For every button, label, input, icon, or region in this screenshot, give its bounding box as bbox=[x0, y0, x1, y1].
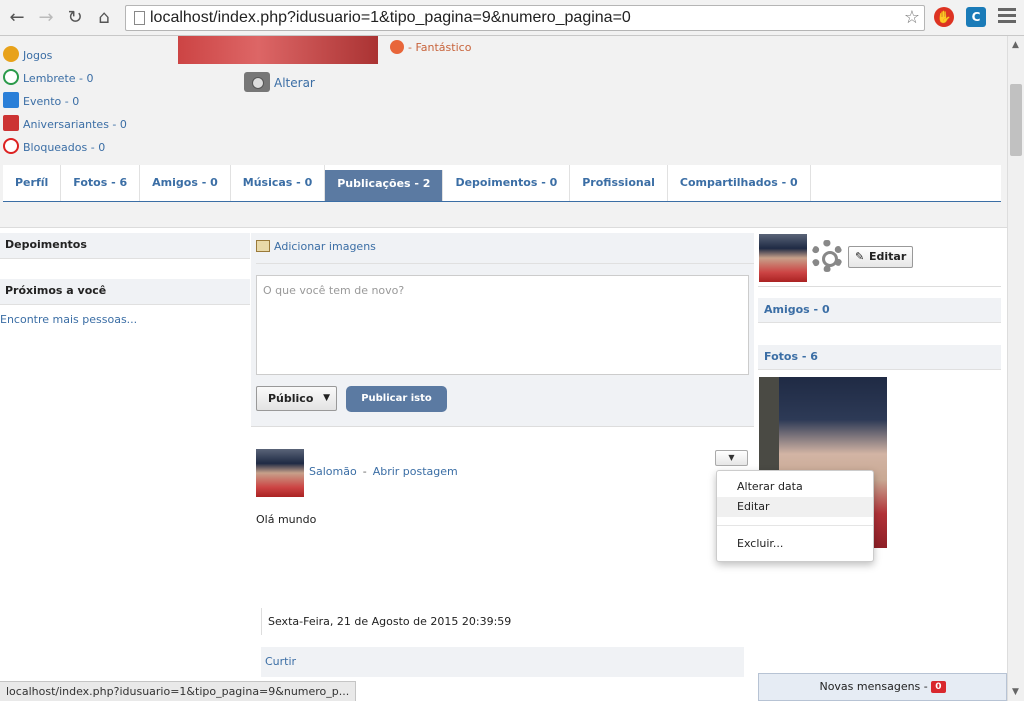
tab-shared[interactable]: Compartilhados - 0 bbox=[668, 165, 811, 201]
privacy-select[interactable]: Público ▼ bbox=[256, 386, 337, 411]
pencil-icon: ✎ bbox=[855, 250, 865, 263]
menu-item-label[interactable]: Lembrete - 0 bbox=[23, 72, 94, 85]
gift-icon bbox=[3, 115, 19, 131]
profile-tabs: Perfíl Fotos - 6 Amigos - 0 Músicas - 0 … bbox=[3, 165, 1001, 202]
post-options-menu: Alterar data Editar Excluir... bbox=[716, 470, 874, 562]
profile-header: - Fantástico Alterar Jogos Lembrete - 0 … bbox=[0, 36, 1007, 228]
scroll-up-icon[interactable]: ▲ bbox=[1012, 40, 1019, 50]
edit-label: Editar bbox=[869, 250, 907, 263]
profile-photo bbox=[178, 36, 378, 64]
open-post-link[interactable]: Abrir postagem bbox=[373, 465, 458, 478]
post-text: Olá mundo bbox=[256, 513, 317, 526]
avatar[interactable] bbox=[256, 449, 304, 497]
add-images-link[interactable]: Adicionar imagens bbox=[274, 240, 376, 253]
photos-heading[interactable]: Fotos - 6 bbox=[758, 345, 1001, 370]
tab-testimonials[interactable]: Depoimentos - 0 bbox=[443, 165, 571, 201]
menu-item-label[interactable]: Aniversariantes - 0 bbox=[23, 118, 127, 131]
post-actions: Curtir bbox=[261, 647, 744, 677]
like-link[interactable]: Curtir bbox=[265, 655, 296, 668]
find-more-people-link[interactable]: Encontre mais pessoas... bbox=[0, 313, 250, 326]
menu-item-label[interactable]: Jogos bbox=[23, 49, 52, 62]
avatar[interactable] bbox=[759, 234, 807, 282]
bookmark-star-icon[interactable]: ☆ bbox=[904, 7, 920, 28]
adblock-extension-icon[interactable]: ✋ bbox=[934, 7, 954, 27]
back-icon[interactable]: ← bbox=[5, 6, 29, 30]
left-column: Depoimentos Próximos a você Encontre mai… bbox=[0, 233, 250, 326]
extension-icon[interactable]: C bbox=[966, 7, 986, 27]
tab-music[interactable]: Músicas - 0 bbox=[231, 165, 326, 201]
smiley-icon bbox=[390, 40, 404, 54]
forward-icon[interactable]: → bbox=[34, 6, 58, 30]
divider bbox=[758, 286, 1001, 287]
divider bbox=[256, 263, 754, 264]
add-images[interactable]: Adicionar imagens bbox=[256, 240, 376, 253]
change-photo[interactable]: Alterar bbox=[244, 72, 315, 92]
menu-item-reminders[interactable]: Lembrete - 0 bbox=[3, 69, 127, 92]
post-menu-button[interactable]: ▼ bbox=[715, 450, 748, 466]
scrollbar-thumb[interactable] bbox=[1010, 84, 1022, 156]
tab-friends[interactable]: Amigos - 0 bbox=[140, 165, 231, 201]
address-url[interactable]: localhost/index.php?idusuario=1&tipo_pag… bbox=[150, 9, 631, 27]
new-messages-label: Novas mensagens - bbox=[819, 680, 928, 693]
status-bar-url: localhost/index.php?idusuario=1&tipo_pag… bbox=[0, 681, 357, 701]
menu-item-label[interactable]: Evento - 0 bbox=[23, 95, 79, 108]
reload-icon[interactable]: ↻ bbox=[63, 6, 87, 30]
menu-item-events[interactable]: Evento - 0 bbox=[3, 92, 127, 115]
calendar-icon bbox=[3, 92, 19, 108]
menu-item-edit[interactable]: Editar bbox=[717, 497, 873, 517]
status-input[interactable] bbox=[256, 275, 749, 375]
tab-profile[interactable]: Perfíl bbox=[3, 165, 62, 201]
friends-heading[interactable]: Amigos - 0 bbox=[758, 298, 1001, 323]
publish-button[interactable]: Publicar isto bbox=[346, 386, 447, 412]
menu-item-change-date[interactable]: Alterar data bbox=[717, 477, 873, 497]
post-meta: Salomão - Abrir postagem bbox=[309, 465, 458, 478]
tab-posts[interactable]: Publicações - 2 bbox=[325, 170, 444, 201]
mood-status: - Fantástico bbox=[390, 40, 471, 54]
page-content: - Fantástico Alterar Jogos Lembrete - 0 … bbox=[0, 36, 1007, 701]
change-photo-link[interactable]: Alterar bbox=[274, 76, 315, 90]
privacy-value: Público bbox=[268, 392, 314, 405]
block-icon bbox=[3, 138, 19, 154]
menu-item-delete[interactable]: Excluir... bbox=[717, 534, 873, 554]
mood-text: - Fantástico bbox=[408, 41, 472, 54]
camera-icon[interactable] bbox=[244, 72, 270, 92]
post-date: Sexta-Feira, 21 de Agosto de 2015 20:39:… bbox=[261, 608, 511, 635]
menu-item-birthdays[interactable]: Aniversariantes - 0 bbox=[3, 115, 127, 138]
clock-icon bbox=[3, 69, 19, 85]
gear-icon[interactable] bbox=[811, 240, 843, 272]
image-icon[interactable] bbox=[256, 240, 270, 252]
tab-photos[interactable]: Fotos - 6 bbox=[61, 165, 141, 201]
address-bar[interactable]: localhost/index.php?idusuario=1&tipo_pag… bbox=[125, 5, 925, 31]
menu-item-games[interactable]: Jogos bbox=[3, 46, 127, 69]
left-menu: Jogos Lembrete - 0 Evento - 0 Aniversari… bbox=[3, 46, 127, 161]
menu-separator bbox=[717, 525, 873, 526]
new-messages-bar[interactable]: Novas mensagens - 0 bbox=[758, 673, 1007, 701]
edit-profile-button[interactable]: ✎ Editar bbox=[848, 246, 913, 268]
separator: - bbox=[362, 465, 367, 478]
new-messages-badge: 0 bbox=[931, 681, 946, 693]
home-icon[interactable]: ⌂ bbox=[92, 6, 116, 30]
scrollbar[interactable]: ▲ ▼ bbox=[1007, 36, 1024, 701]
browser-toolbar: ← → ↻ ⌂ localhost/index.php?idusuario=1&… bbox=[0, 0, 1024, 36]
post-composer: Adicionar imagens Público ▼ Publicar ist… bbox=[251, 233, 754, 427]
browser-menu-icon[interactable] bbox=[998, 8, 1016, 24]
nearby-heading: Próximos a você bbox=[0, 279, 250, 305]
testimonials-heading: Depoimentos bbox=[0, 233, 250, 259]
games-icon bbox=[3, 46, 19, 62]
tab-professional[interactable]: Profissional bbox=[570, 165, 668, 201]
caret-down-icon: ▼ bbox=[323, 393, 330, 403]
page-icon bbox=[134, 11, 145, 25]
scroll-down-icon[interactable]: ▼ bbox=[1012, 687, 1019, 697]
menu-item-blocked[interactable]: Bloqueados - 0 bbox=[3, 138, 127, 161]
menu-item-label[interactable]: Bloqueados - 0 bbox=[23, 141, 105, 154]
caret-down-icon: ▼ bbox=[728, 453, 735, 462]
post-author-link[interactable]: Salomão bbox=[309, 465, 357, 478]
